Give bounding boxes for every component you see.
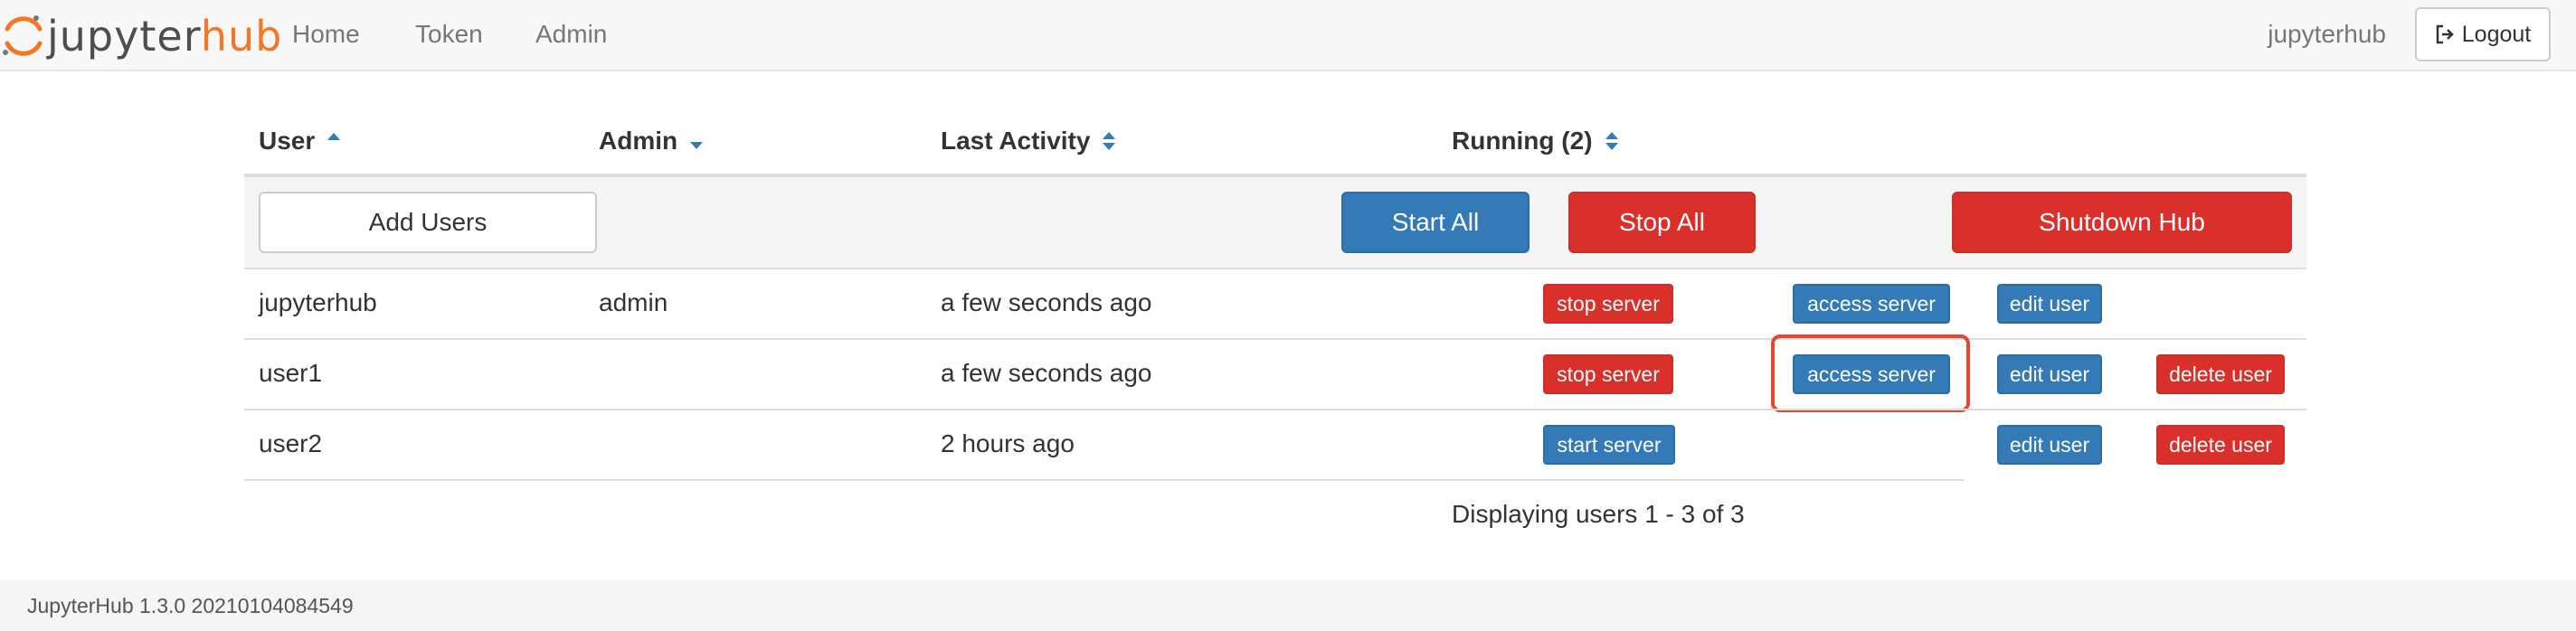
- stop-server-button[interactable]: stop server: [1543, 284, 1673, 324]
- row-divider: [244, 409, 2306, 410]
- stop-server-button[interactable]: stop server: [1543, 354, 1673, 394]
- sign-out-icon: [2436, 24, 2454, 44]
- add-users-button[interactable]: Add Users: [259, 192, 597, 253]
- edit-user-button[interactable]: edit user: [1997, 425, 2102, 465]
- column-header-last-activity[interactable]: Last Activity: [941, 123, 1117, 159]
- sort-desc-icon: [690, 142, 704, 149]
- column-header-last-activity-label: Last Activity: [941, 127, 1091, 155]
- version-info: JupyterHub 1.3.0 20210104084549: [27, 594, 354, 617]
- start-server-button[interactable]: start server: [1543, 425, 1675, 465]
- user-last-activity: 2 hours ago: [941, 429, 1075, 457]
- nav-admin-link[interactable]: Admin: [535, 16, 607, 52]
- pagination-status: Displaying users 1 - 3 of 3: [1452, 500, 1745, 528]
- current-user: jupyterhub: [2268, 20, 2386, 48]
- logout-label: Logout: [2461, 21, 2532, 47]
- edit-user-button[interactable]: edit user: [1997, 354, 2102, 394]
- column-header-admin[interactable]: Admin: [599, 123, 705, 159]
- user-last-activity: a few seconds ago: [941, 288, 1152, 316]
- sort-both-icon: [1103, 132, 1116, 150]
- footer: JupyterHub 1.3.0 20210104084549: [0, 580, 2576, 631]
- row-divider: [244, 338, 2306, 340]
- sort-both-icon: [1605, 132, 1618, 150]
- sort-asc-icon: [327, 133, 341, 140]
- nav-token-link[interactable]: Token: [415, 16, 483, 52]
- edit-user-button[interactable]: edit user: [1997, 284, 2102, 324]
- jupyter-logo-icon: [3, 15, 43, 56]
- user-last-activity: a few seconds ago: [941, 359, 1152, 387]
- access-server-button[interactable]: access server: [1793, 284, 1950, 324]
- row-divider: [244, 479, 1965, 481]
- column-header-admin-label: Admin: [599, 127, 678, 155]
- shutdown-hub-button[interactable]: Shutdown Hub: [1952, 192, 2292, 253]
- column-header-user-label: User: [259, 127, 316, 155]
- start-all-button[interactable]: Start All: [1341, 192, 1530, 253]
- row-divider: [244, 268, 2306, 269]
- logo-text-jupyter: jupyter: [47, 12, 201, 61]
- access-server-highlight: [1771, 334, 1970, 412]
- user-admin-flag: admin: [599, 288, 668, 316]
- column-header-running[interactable]: Running (2): [1452, 123, 1620, 159]
- user-name: user2: [259, 429, 323, 457]
- user-name: jupyterhub: [259, 288, 377, 316]
- user-name: user1: [259, 359, 323, 387]
- logo-text-hub: hub: [200, 12, 283, 61]
- delete-user-button[interactable]: delete user: [2156, 425, 2285, 465]
- nav-home-link[interactable]: Home: [292, 16, 360, 52]
- stop-all-button[interactable]: Stop All: [1568, 192, 1756, 253]
- delete-user-button[interactable]: delete user: [2156, 354, 2285, 394]
- logout-button[interactable]: Logout: [2415, 7, 2551, 61]
- navbar: jupyterhub Home Token Admin jupyterhub L…: [0, 0, 2576, 71]
- column-header-user[interactable]: User: [259, 123, 342, 159]
- column-header-running-label: Running (2): [1452, 127, 1593, 155]
- logo-text: jupyterhub: [47, 9, 282, 63]
